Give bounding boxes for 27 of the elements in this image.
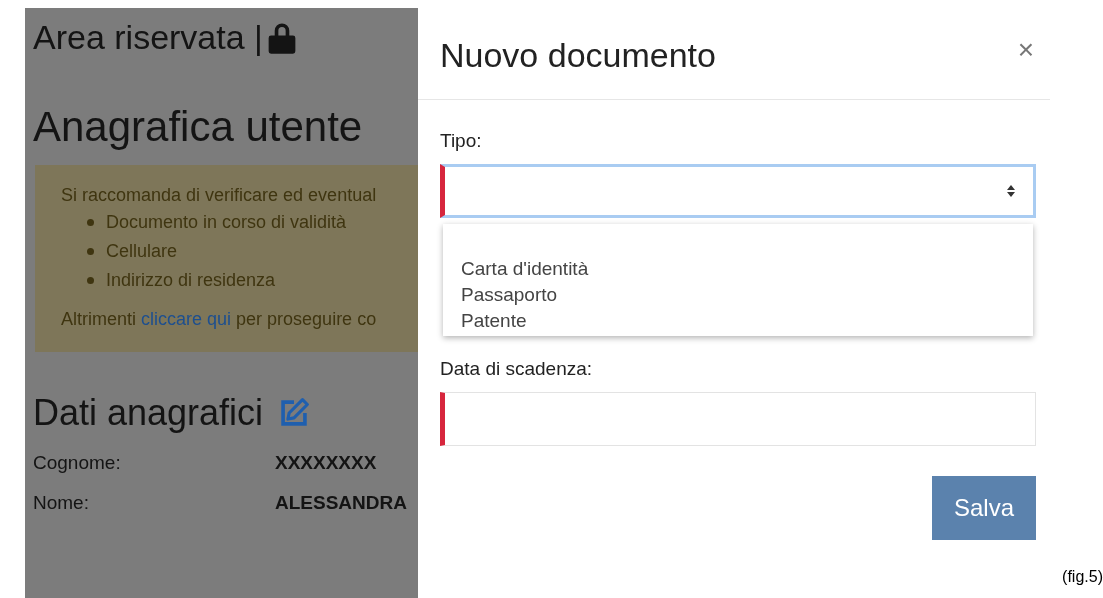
- field-label: Tipo:: [440, 130, 483, 152]
- page-heading: Anagrafica utente: [33, 103, 364, 151]
- alert-text: Altrimenti cliccare qui per proseguire co: [61, 309, 378, 330]
- page-title: Area riservata |: [33, 18, 263, 57]
- field-label: Data di scadenza:: [440, 358, 594, 380]
- section-title: Dati anagrafici: [33, 392, 264, 434]
- dropdown-option[interactable]: Carta d'identità: [461, 258, 1033, 280]
- field-value: XXXXXXXX: [275, 452, 377, 474]
- modal-title: Nuovo documento: [440, 36, 716, 75]
- field-value: ALESSANDRA: [275, 492, 407, 514]
- alert-text: Si raccomanda di verificare ed eventual: [61, 185, 378, 206]
- list-item: Documento in corso di validità: [106, 212, 347, 233]
- bullet-icon: [87, 248, 94, 255]
- field-label: Nome:: [33, 492, 90, 514]
- close-button[interactable]: ×: [1017, 36, 1034, 64]
- bullet-icon: [87, 277, 94, 284]
- bullet-icon: [87, 219, 94, 226]
- field-label: Cognome:: [33, 452, 122, 474]
- list-item: Indirizzo di residenza: [106, 270, 276, 291]
- list-item: Cellulare: [106, 241, 178, 262]
- dropdown-option[interactable]: Patente: [461, 310, 1033, 332]
- figure-caption: (fig.5): [1062, 568, 1103, 586]
- dropdown-option[interactable]: Passaporto: [461, 284, 1033, 306]
- save-button[interactable]: Salva: [931, 476, 1036, 540]
- select-field[interactable]: [440, 164, 1036, 218]
- sort-caret-icon: [1007, 185, 1015, 197]
- input-field[interactable]: [440, 392, 1036, 446]
